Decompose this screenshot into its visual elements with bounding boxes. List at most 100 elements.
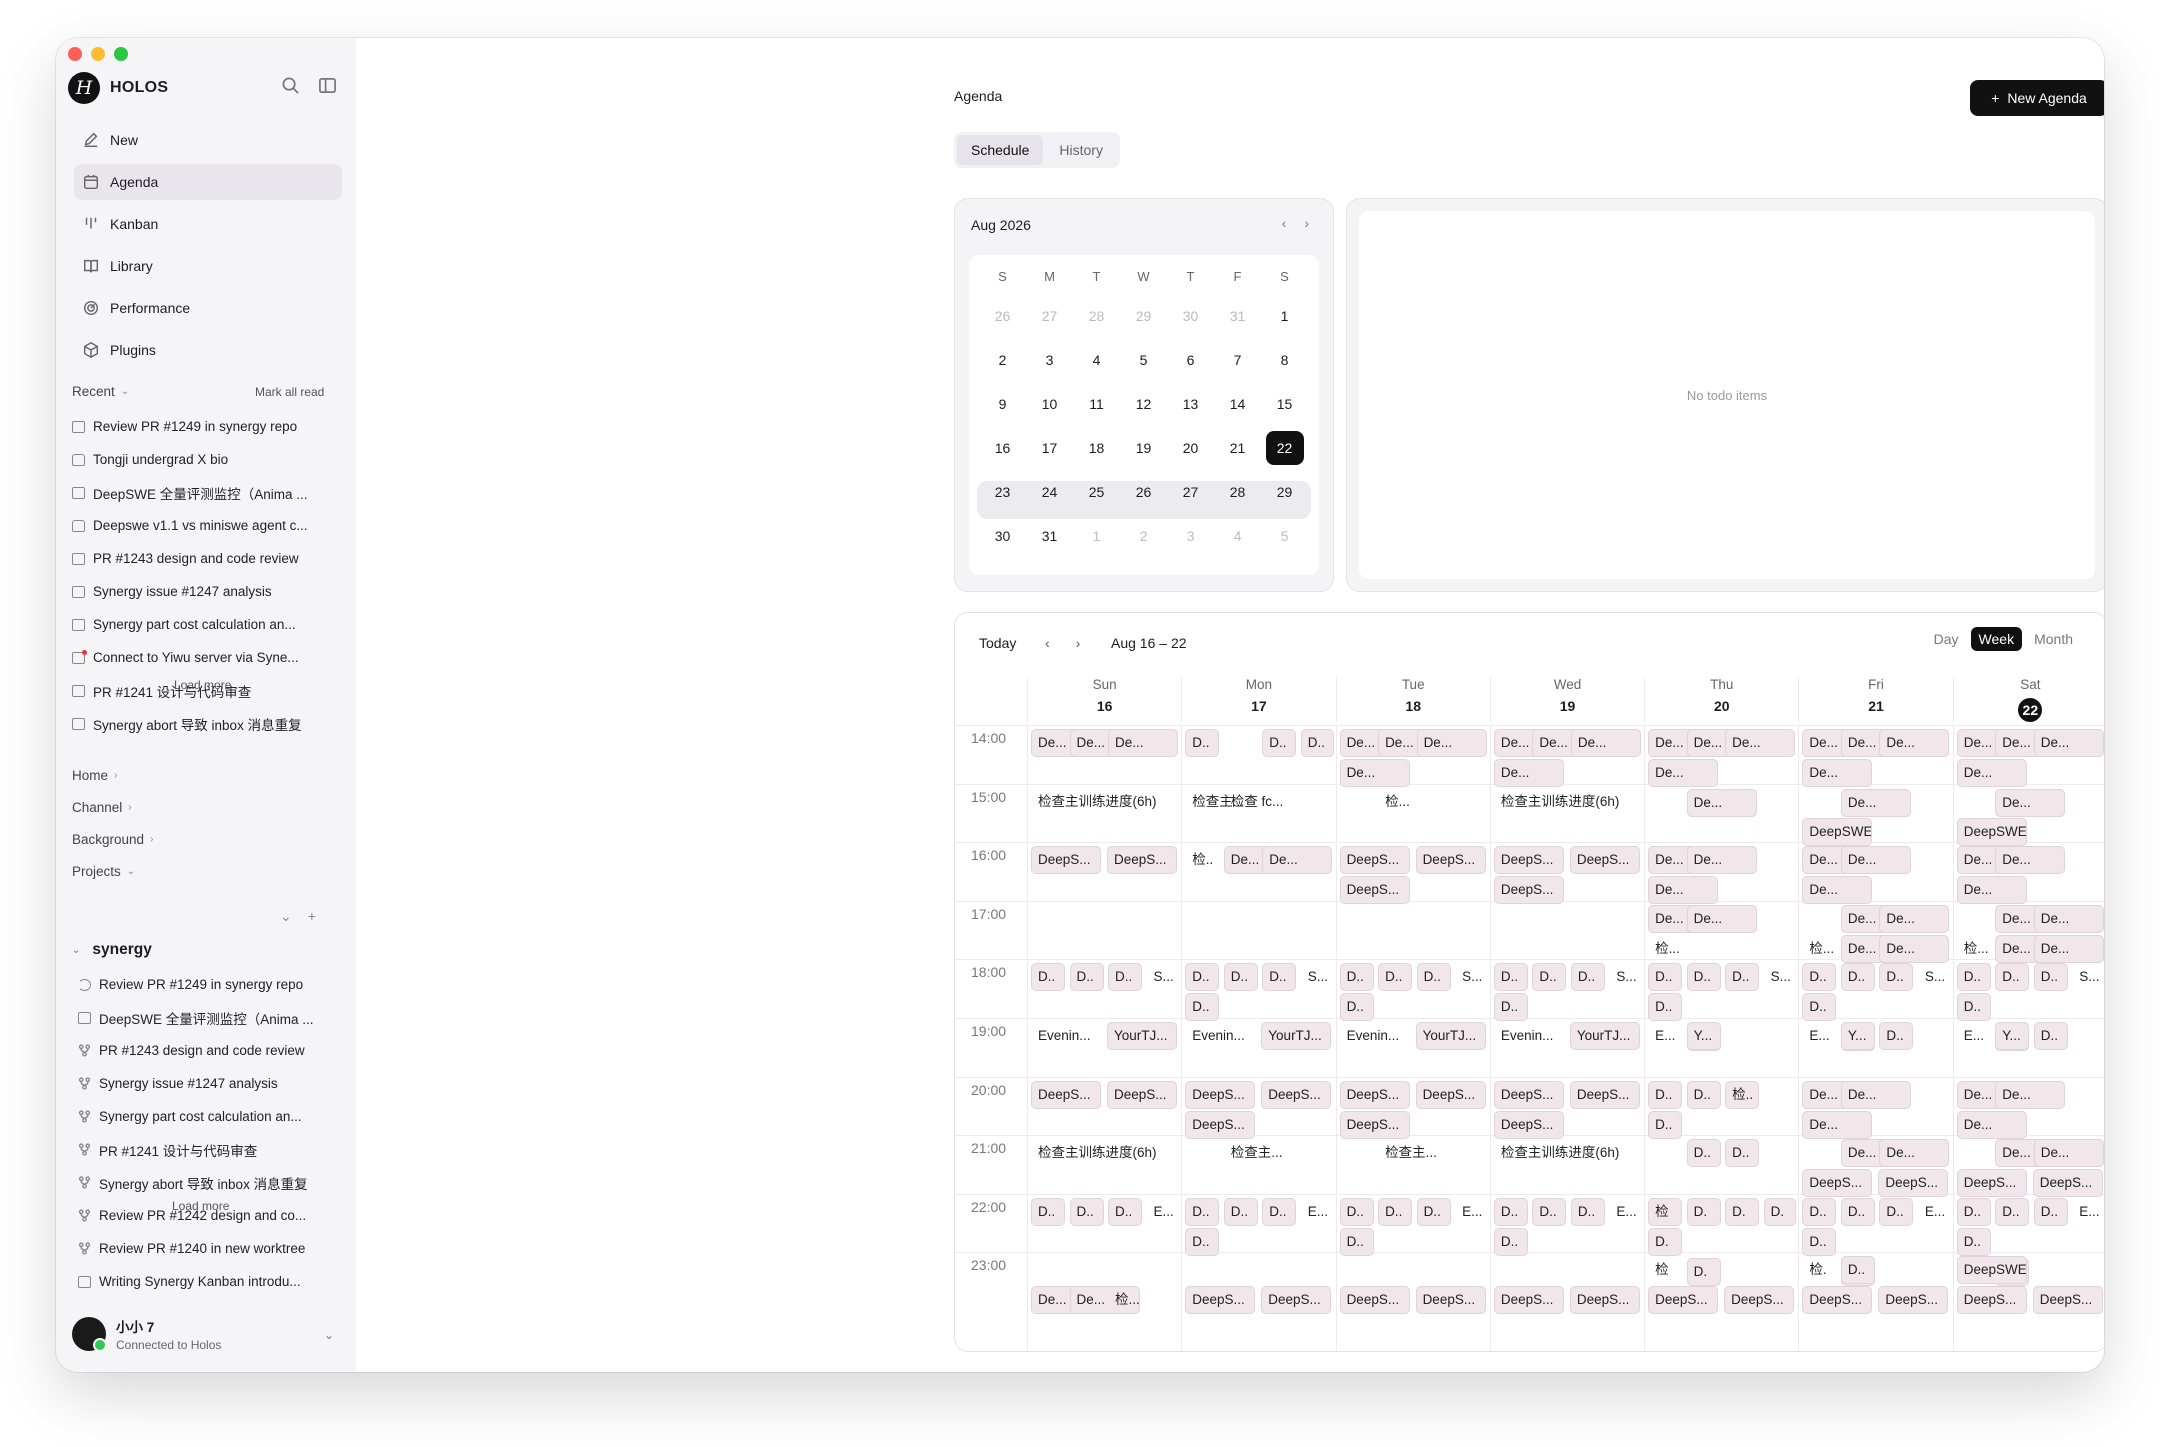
event-chip[interactable]: YourTJ... bbox=[1107, 1022, 1177, 1050]
event-chip[interactable]: D.. bbox=[1532, 1197, 1567, 1226]
calendar-day[interactable]: 2 bbox=[979, 343, 1026, 377]
event-chip[interactable]: DeepS... bbox=[1956, 1286, 2027, 1315]
event-chip[interactable]: DeepS... bbox=[2032, 1286, 2103, 1315]
list-item[interactable]: PR #1243 design and code review bbox=[72, 542, 342, 575]
event-chip[interactable]: De... bbox=[1686, 846, 1757, 875]
event-chip[interactable]: D.. bbox=[2033, 963, 2068, 992]
event-chip[interactable]: D.. bbox=[1995, 963, 2030, 992]
calendar-day[interactable]: 26 bbox=[1120, 475, 1167, 509]
event-chip[interactable]: D.. bbox=[1648, 993, 1683, 1022]
event-chip[interactable]: 检... bbox=[1108, 1286, 1142, 1314]
event-chip[interactable]: DeepS... bbox=[1339, 876, 1410, 905]
event-chip[interactable]: D.. bbox=[1416, 1197, 1451, 1226]
event-chip[interactable]: 检查主... bbox=[1378, 1139, 1448, 1167]
list-item[interactable]: Synergy issue #1247 analysis bbox=[72, 575, 342, 608]
mark-all-read-link[interactable]: Mark all read bbox=[255, 385, 324, 399]
event-chip[interactable]: D.. bbox=[1956, 993, 1991, 1022]
event-chip[interactable]: E... bbox=[1648, 1022, 1682, 1050]
event-chip[interactable]: De... bbox=[1995, 1080, 2066, 1109]
projects-section[interactable]: Projects ⌄ bbox=[72, 864, 135, 879]
calendar-day[interactable]: 23 bbox=[979, 475, 1026, 509]
calendar-day[interactable]: 24 bbox=[1026, 475, 1073, 509]
event-chip[interactable]: D.. bbox=[1840, 1197, 1875, 1226]
calendar-day[interactable]: 26 bbox=[979, 299, 1026, 333]
event-chip[interactable]: DeepS... bbox=[2032, 1169, 2103, 1198]
event-chip[interactable]: D.. bbox=[1725, 1139, 1760, 1168]
event-chip[interactable]: De... bbox=[1879, 934, 1950, 963]
view-week[interactable]: Week bbox=[1970, 627, 2023, 651]
event-chip[interactable]: DeepS... bbox=[1031, 846, 1101, 875]
event-chip[interactable]: Y... bbox=[1995, 1022, 2030, 1050]
event-chip[interactable]: De... bbox=[1339, 759, 1410, 787]
event-chip[interactable]: DeepS... bbox=[1956, 1169, 2027, 1198]
view-month[interactable]: Month bbox=[2026, 627, 2081, 651]
tab-history[interactable]: History bbox=[1045, 135, 1117, 165]
calendar-day[interactable]: 12 bbox=[1120, 387, 1167, 421]
event-chip[interactable]: Evenin... bbox=[1031, 1022, 1101, 1050]
event-chip[interactable]: Evenin... bbox=[1494, 1022, 1564, 1050]
nav-item-plugins[interactable]: Plugins bbox=[74, 332, 342, 368]
event-chip[interactable]: D.. bbox=[1185, 963, 1220, 992]
event-chip[interactable]: De... bbox=[2033, 729, 2104, 757]
event-chip[interactable]: DeepS... bbox=[1339, 1286, 1410, 1315]
event-chip[interactable]: D.. bbox=[1956, 1197, 1991, 1226]
event-chip[interactable]: D.. bbox=[1300, 729, 1334, 757]
day-header[interactable]: Thu 20 bbox=[1644, 677, 1798, 722]
event-chip[interactable]: D.. bbox=[1879, 963, 1914, 992]
list-item[interactable]: Review PR #1249 in synergy repo bbox=[78, 968, 342, 1001]
new-agenda-button[interactable]: + New Agenda bbox=[1970, 80, 2104, 116]
event-chip[interactable]: D.. bbox=[1185, 993, 1220, 1022]
close-window-button[interactable] bbox=[68, 47, 82, 61]
event-chip[interactable]: 检.. bbox=[1185, 846, 1219, 874]
calendar-day[interactable]: 2 bbox=[1120, 519, 1167, 553]
event-chip[interactable]: 检 bbox=[1648, 1197, 1683, 1226]
zoom-window-button[interactable] bbox=[114, 47, 128, 61]
event-chip[interactable]: D.. bbox=[1069, 1197, 1104, 1226]
event-chip[interactable]: E... bbox=[1455, 1198, 1488, 1226]
event-chip[interactable]: DeepS... bbox=[1185, 1080, 1256, 1109]
event-chip[interactable]: 检查主... bbox=[1224, 1139, 1294, 1167]
event-chip[interactable]: D.. bbox=[1802, 993, 1837, 1022]
event-chip[interactable]: D.. bbox=[1185, 1197, 1220, 1226]
event-chip[interactable]: DeepS... bbox=[1493, 1110, 1564, 1139]
event-chip[interactable]: D.. bbox=[1840, 963, 1875, 992]
event-chip[interactable]: DeepS... bbox=[1724, 1286, 1795, 1315]
calendar-day[interactable]: 25 bbox=[1073, 475, 1120, 509]
nav-item-kanban[interactable]: Kanban bbox=[74, 206, 342, 242]
event-chip[interactable]: De... bbox=[1802, 1110, 1873, 1139]
calendar-day[interactable]: 31 bbox=[1214, 299, 1261, 333]
event-chip[interactable]: D. bbox=[1648, 1227, 1683, 1256]
event-chip[interactable]: D.. bbox=[1262, 963, 1297, 992]
day-header[interactable]: Sat 22 bbox=[1952, 677, 2104, 722]
event-chip[interactable]: DeepS... bbox=[1493, 846, 1564, 875]
calendar-day[interactable]: 16 bbox=[979, 431, 1026, 465]
list-item[interactable]: Connect to Yiwu server via Syne... bbox=[72, 641, 342, 674]
event-chip[interactable]: D.. bbox=[1339, 963, 1374, 992]
calendar-day[interactable]: 7 bbox=[1214, 343, 1261, 377]
event-chip[interactable]: E... bbox=[1301, 1198, 1334, 1226]
event-chip[interactable]: YourTJ... bbox=[1415, 1022, 1486, 1050]
event-chip[interactable]: DeepS... bbox=[1415, 846, 1486, 875]
event-chip[interactable]: De... bbox=[1416, 729, 1487, 757]
event-chip[interactable]: D.. bbox=[1416, 963, 1451, 992]
event-chip[interactable]: DeepS... bbox=[1107, 846, 1177, 875]
event-chip[interactable]: DeepS... bbox=[1648, 1286, 1719, 1315]
day-header[interactable]: Sun 16 bbox=[1027, 677, 1181, 722]
collapse-icon[interactable]: ⌄ bbox=[280, 908, 292, 925]
event-chip[interactable]: D.. bbox=[1493, 1197, 1528, 1226]
event-chip[interactable]: D.. bbox=[1570, 963, 1605, 992]
event-chip[interactable]: DeepS... bbox=[1569, 1080, 1640, 1109]
project-synergy[interactable]: ⌄ synergy bbox=[72, 941, 152, 959]
event-chip[interactable]: DeepSWE v3 评测... bbox=[1802, 817, 1873, 846]
calendar-day[interactable]: 18 bbox=[1073, 431, 1120, 465]
event-chip[interactable]: S... bbox=[1455, 963, 1488, 991]
add-project-icon[interactable]: + bbox=[308, 908, 316, 925]
event-chip[interactable]: S... bbox=[1609, 963, 1642, 991]
list-item[interactable]: Synergy issue #1247 analysis bbox=[78, 1067, 342, 1100]
event-chip[interactable]: S... bbox=[1301, 963, 1334, 991]
event-chip[interactable]: D.. bbox=[1686, 1080, 1721, 1109]
event-chip[interactable]: D.. bbox=[1686, 1139, 1721, 1168]
calendar-day[interactable]: 20 bbox=[1167, 431, 1214, 465]
event-chip[interactable]: Y... bbox=[1686, 1022, 1721, 1050]
event-chip[interactable]: DeepS... bbox=[1802, 1169, 1873, 1198]
